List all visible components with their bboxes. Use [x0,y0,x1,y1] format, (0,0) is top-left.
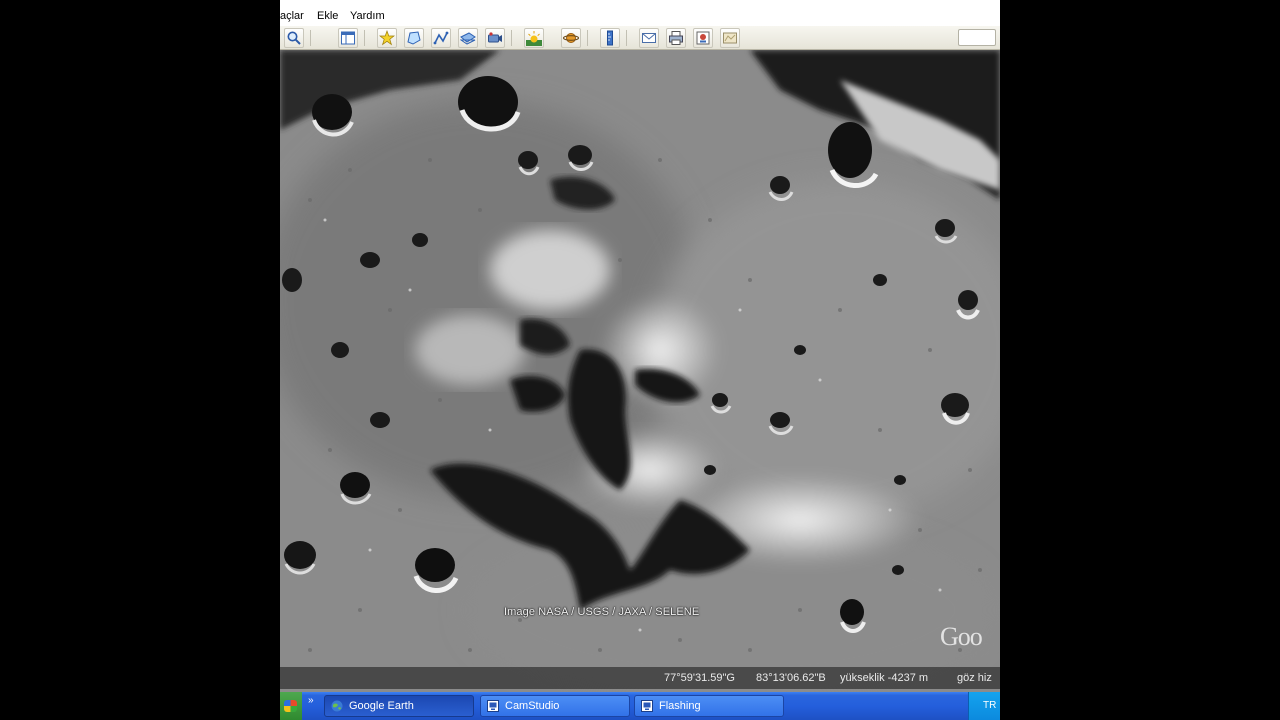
print-icon [669,31,683,45]
taskbar-flashing[interactable]: Flashing [634,695,784,717]
taskbar: » Google Earth CamStudio Flashing TR [280,692,1000,720]
menu-add[interactable]: Ekle [317,10,338,22]
add-polygon-icon [407,31,421,45]
task-label: Google Earth [349,700,414,712]
toolbar-separator [511,30,512,46]
menu-bar: açlar Ekle Yardım [280,0,1000,26]
latitude-readout: 77°59'31.59"G [664,672,735,684]
planets-button[interactable] [561,28,581,48]
ruler-button[interactable] [600,28,620,48]
google-logo: Goo [940,622,983,651]
add-image-overlay-button[interactable] [458,28,478,48]
system-tray: TR [968,692,1000,720]
earth-viewport[interactable]: Image NASA / USGS / JAXA / SELENE Goo 77… [280,50,1000,692]
record-tour-button[interactable] [485,28,505,48]
sidebar-button[interactable] [338,28,358,48]
sunlight-icon [526,31,542,46]
search-button[interactable] [284,28,304,48]
toolbar-separator [364,30,365,46]
add-path-button[interactable] [431,28,451,48]
task-label: Flashing [659,700,701,712]
add-placemark-button[interactable] [377,28,397,48]
add-path-icon [433,31,449,45]
imagery-attribution: Image NASA / USGS / JAXA / SELENE [504,606,700,618]
save-image-icon [696,31,710,45]
view-in-maps-icon [723,32,737,44]
lunar-surface-image [280,50,1000,692]
add-image-overlay-icon [460,32,476,45]
screen: açlar Ekle Yardım Image NASA / USGS / JA… [280,0,1000,720]
menu-tools[interactable]: açlar [280,10,304,22]
email-icon [642,33,656,43]
add-placemark-icon [379,30,395,46]
record-tour-icon [488,32,502,43]
search-icon [287,31,301,45]
menu-help[interactable]: Yardım [350,10,385,22]
sidebar-panel-icon [341,31,355,45]
eye-altitude-readout: göz hiz [957,672,992,684]
view-in-maps-button[interactable] [720,28,740,48]
status-bar: 77°59'31.59"G 83°13'06.62"B yükseklik -4… [280,667,1000,689]
language-indicator[interactable]: TR [983,700,996,711]
toolbar-separator [626,30,627,46]
save-image-button[interactable] [693,28,713,48]
email-button[interactable] [639,28,659,48]
longitude-readout: 83°13'06.62"B [756,672,826,684]
camstudio-icon [487,700,499,712]
planets-icon [563,33,579,43]
start-button[interactable] [280,692,302,720]
sunlight-button[interactable] [524,28,544,48]
toolbar-field[interactable] [958,29,996,46]
google-earth-icon [331,700,343,712]
add-polygon-button[interactable] [404,28,424,48]
elevation-readout: yükseklik -4237 m [840,672,929,684]
quick-launch-chevron-icon[interactable]: » [308,695,314,706]
flashing-icon [641,700,653,712]
toolbar-separator [310,30,311,46]
taskbar-google-earth[interactable]: Google Earth [324,695,474,717]
toolbar [280,26,1000,50]
windows-logo-icon [284,700,297,712]
ruler-icon [607,30,613,46]
task-label: CamStudio [505,700,560,712]
print-button[interactable] [666,28,686,48]
toolbar-separator [587,30,588,46]
taskbar-camstudio[interactable]: CamStudio [480,695,630,717]
